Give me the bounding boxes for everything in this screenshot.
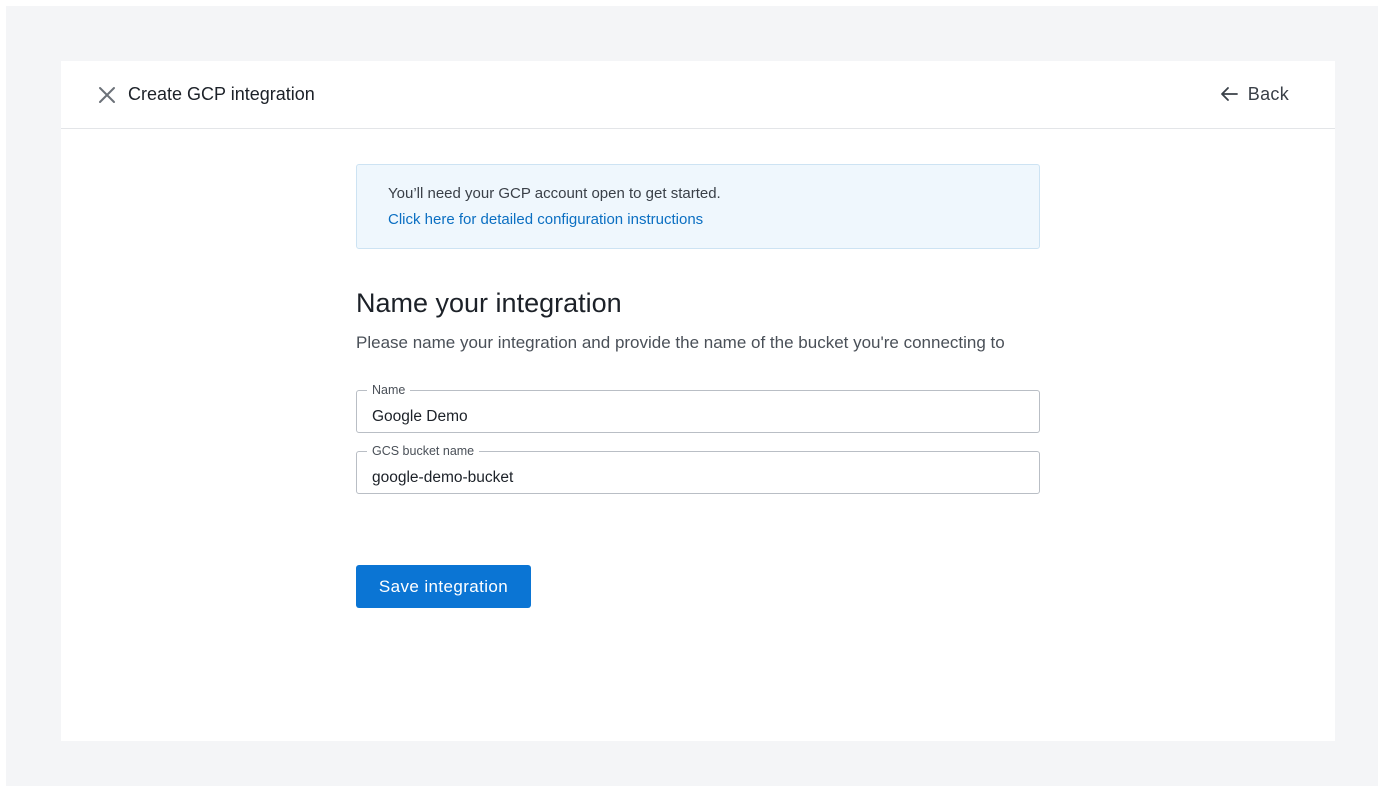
back-button[interactable]: Back [1220, 81, 1289, 107]
page-title: Create GCP integration [128, 84, 315, 104]
save-integration-button[interactable]: Save integration [356, 565, 531, 608]
back-label: Back [1247, 84, 1289, 104]
close-icon [99, 87, 115, 103]
section-description: Please name your integration and provide… [356, 333, 1005, 352]
bucket-name-input[interactable] [357, 452, 1039, 493]
instructions-link[interactable]: Click here for detailed configuration in… [388, 210, 703, 230]
form-content: You’ll need your GCP account open to get… [356, 164, 1040, 608]
name-field: Name [356, 382, 1040, 433]
page-background: Create GCP integration Back You’ll need … [6, 6, 1378, 786]
info-banner: You’ll need your GCP account open to get… [356, 164, 1040, 249]
dialog-panel: Create GCP integration Back You’ll need … [61, 61, 1335, 741]
bucket-field: GCS bucket name [356, 443, 1040, 494]
section-title: Name your integration [356, 288, 622, 318]
name-input[interactable] [357, 391, 1039, 432]
arrow-left-icon [1220, 87, 1238, 101]
banner-text: You’ll need your GCP account open to get… [388, 185, 721, 202]
close-button[interactable] [95, 83, 119, 107]
dialog-header: Create GCP integration Back [61, 61, 1335, 129]
